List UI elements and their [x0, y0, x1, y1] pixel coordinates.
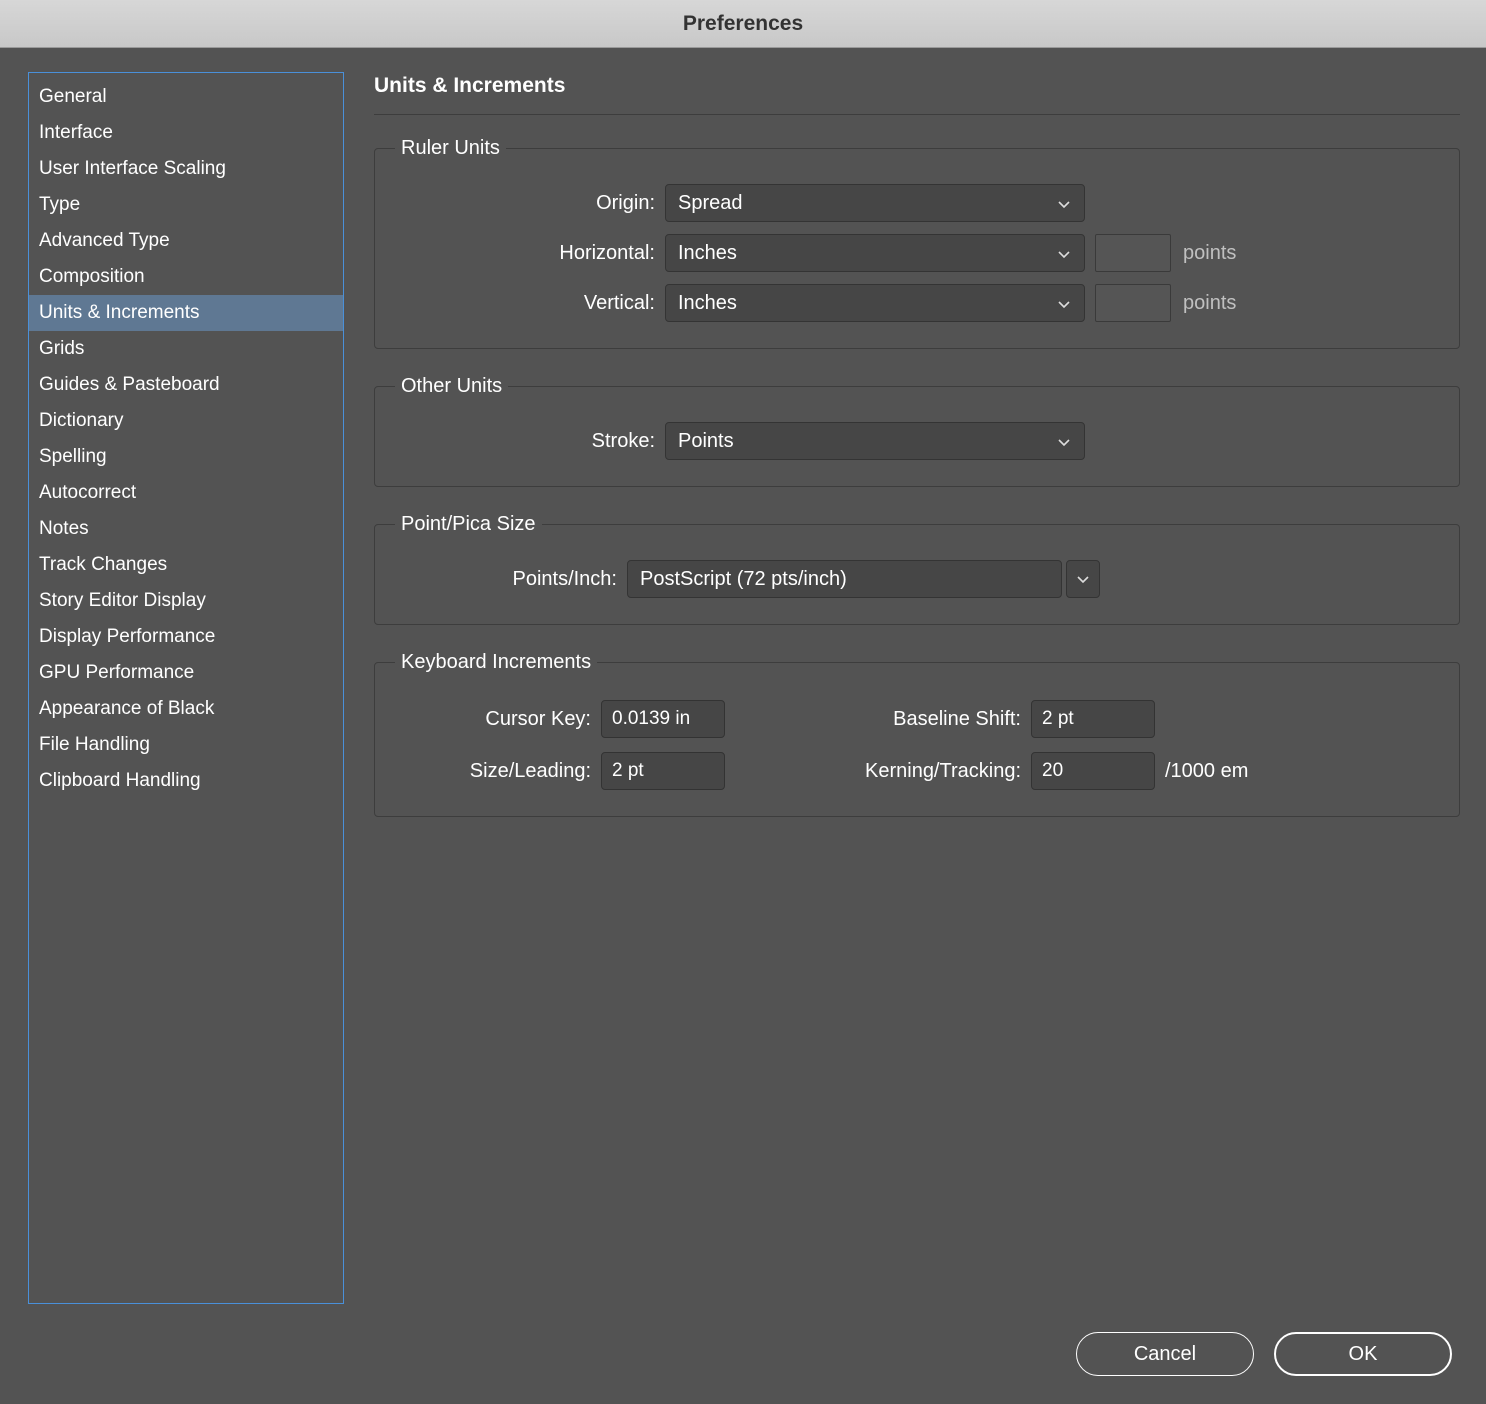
sidebar-item-notes[interactable]: Notes	[29, 511, 343, 547]
vertical-points-input[interactable]	[1095, 284, 1171, 322]
origin-label: Origin:	[395, 192, 665, 215]
vertical-label: Vertical:	[395, 292, 665, 315]
horizontal-points-unit: points	[1183, 242, 1236, 265]
baseline-shift-input[interactable]: 2 pt	[1031, 700, 1155, 738]
stroke-select[interactable]: Points	[665, 422, 1085, 460]
page-title: Units & Increments	[374, 72, 1460, 115]
window-title: Preferences	[0, 0, 1486, 48]
keyboard-increments-legend: Keyboard Increments	[395, 651, 597, 674]
sidebar-item-type[interactable]: Type	[29, 187, 343, 223]
sidebar-item-general[interactable]: General	[29, 79, 343, 115]
vertical-select[interactable]: Inches	[665, 284, 1085, 322]
sidebar-item-interface[interactable]: Interface	[29, 115, 343, 151]
origin-select[interactable]: Spread	[665, 184, 1085, 222]
sidebar-item-gpu-performance[interactable]: GPU Performance	[29, 655, 343, 691]
horizontal-label: Horizontal:	[395, 242, 665, 265]
kerning-tracking-label: Kerning/Tracking:	[725, 760, 1031, 783]
sidebar-item-ui-scaling[interactable]: User Interface Scaling	[29, 151, 343, 187]
cancel-button[interactable]: Cancel	[1076, 1332, 1254, 1376]
vertical-select-value: Inches	[678, 292, 737, 315]
vertical-points-unit: points	[1183, 292, 1236, 315]
horizontal-points-input[interactable]	[1095, 234, 1171, 272]
sidebar-item-display-performance[interactable]: Display Performance	[29, 619, 343, 655]
preferences-sidebar: General Interface User Interface Scaling…	[28, 72, 344, 1304]
point-pica-group: Point/Pica Size Points/Inch: PostScript …	[374, 513, 1460, 625]
sidebar-item-dictionary[interactable]: Dictionary	[29, 403, 343, 439]
sidebar-item-appearance-of-black[interactable]: Appearance of Black	[29, 691, 343, 727]
horizontal-select[interactable]: Inches	[665, 234, 1085, 272]
sidebar-item-spelling[interactable]: Spelling	[29, 439, 343, 475]
sidebar-item-guides-pasteboard[interactable]: Guides & Pasteboard	[29, 367, 343, 403]
chevron-down-icon	[1075, 571, 1091, 587]
baseline-shift-label: Baseline Shift:	[725, 708, 1031, 731]
sidebar-item-grids[interactable]: Grids	[29, 331, 343, 367]
stroke-select-value: Points	[678, 430, 734, 453]
point-pica-legend: Point/Pica Size	[395, 513, 542, 536]
kerning-tracking-input[interactable]: 20	[1031, 752, 1155, 790]
chevron-down-icon	[1056, 245, 1072, 261]
sidebar-item-story-editor-display[interactable]: Story Editor Display	[29, 583, 343, 619]
horizontal-select-value: Inches	[678, 242, 737, 265]
main-panel: Units & Increments Ruler Units Origin: S…	[374, 72, 1460, 1304]
stroke-label: Stroke:	[395, 430, 665, 453]
cursor-key-label: Cursor Key:	[395, 708, 601, 731]
size-leading-label: Size/Leading:	[395, 760, 601, 783]
chevron-down-icon	[1056, 433, 1072, 449]
sidebar-item-file-handling[interactable]: File Handling	[29, 727, 343, 763]
other-units-group: Other Units Stroke: Points	[374, 375, 1460, 487]
ok-button[interactable]: OK	[1274, 1332, 1452, 1376]
sidebar-item-clipboard-handling[interactable]: Clipboard Handling	[29, 763, 343, 799]
points-inch-dropdown-button[interactable]	[1066, 560, 1100, 598]
sidebar-item-advanced-type[interactable]: Advanced Type	[29, 223, 343, 259]
points-inch-value: PostScript (72 pts/inch)	[640, 568, 847, 591]
keyboard-increments-group: Keyboard Increments Cursor Key: 0.0139 i…	[374, 651, 1460, 817]
points-inch-combo[interactable]: PostScript (72 pts/inch)	[627, 560, 1062, 598]
sidebar-item-units-increments[interactable]: Units & Increments	[29, 295, 343, 331]
origin-select-value: Spread	[678, 192, 743, 215]
chevron-down-icon	[1056, 295, 1072, 311]
kerning-tracking-suffix: /1000 em	[1165, 760, 1248, 783]
ruler-units-group: Ruler Units Origin: Spread Horizontal: I…	[374, 137, 1460, 349]
ruler-units-legend: Ruler Units	[395, 137, 506, 160]
points-inch-label: Points/Inch:	[395, 568, 627, 591]
cursor-key-input[interactable]: 0.0139 in	[601, 700, 725, 738]
dialog-footer: Cancel OK	[0, 1304, 1486, 1404]
sidebar-item-autocorrect[interactable]: Autocorrect	[29, 475, 343, 511]
other-units-legend: Other Units	[395, 375, 508, 398]
sidebar-item-track-changes[interactable]: Track Changes	[29, 547, 343, 583]
chevron-down-icon	[1056, 195, 1072, 211]
size-leading-input[interactable]: 2 pt	[601, 752, 725, 790]
sidebar-item-composition[interactable]: Composition	[29, 259, 343, 295]
